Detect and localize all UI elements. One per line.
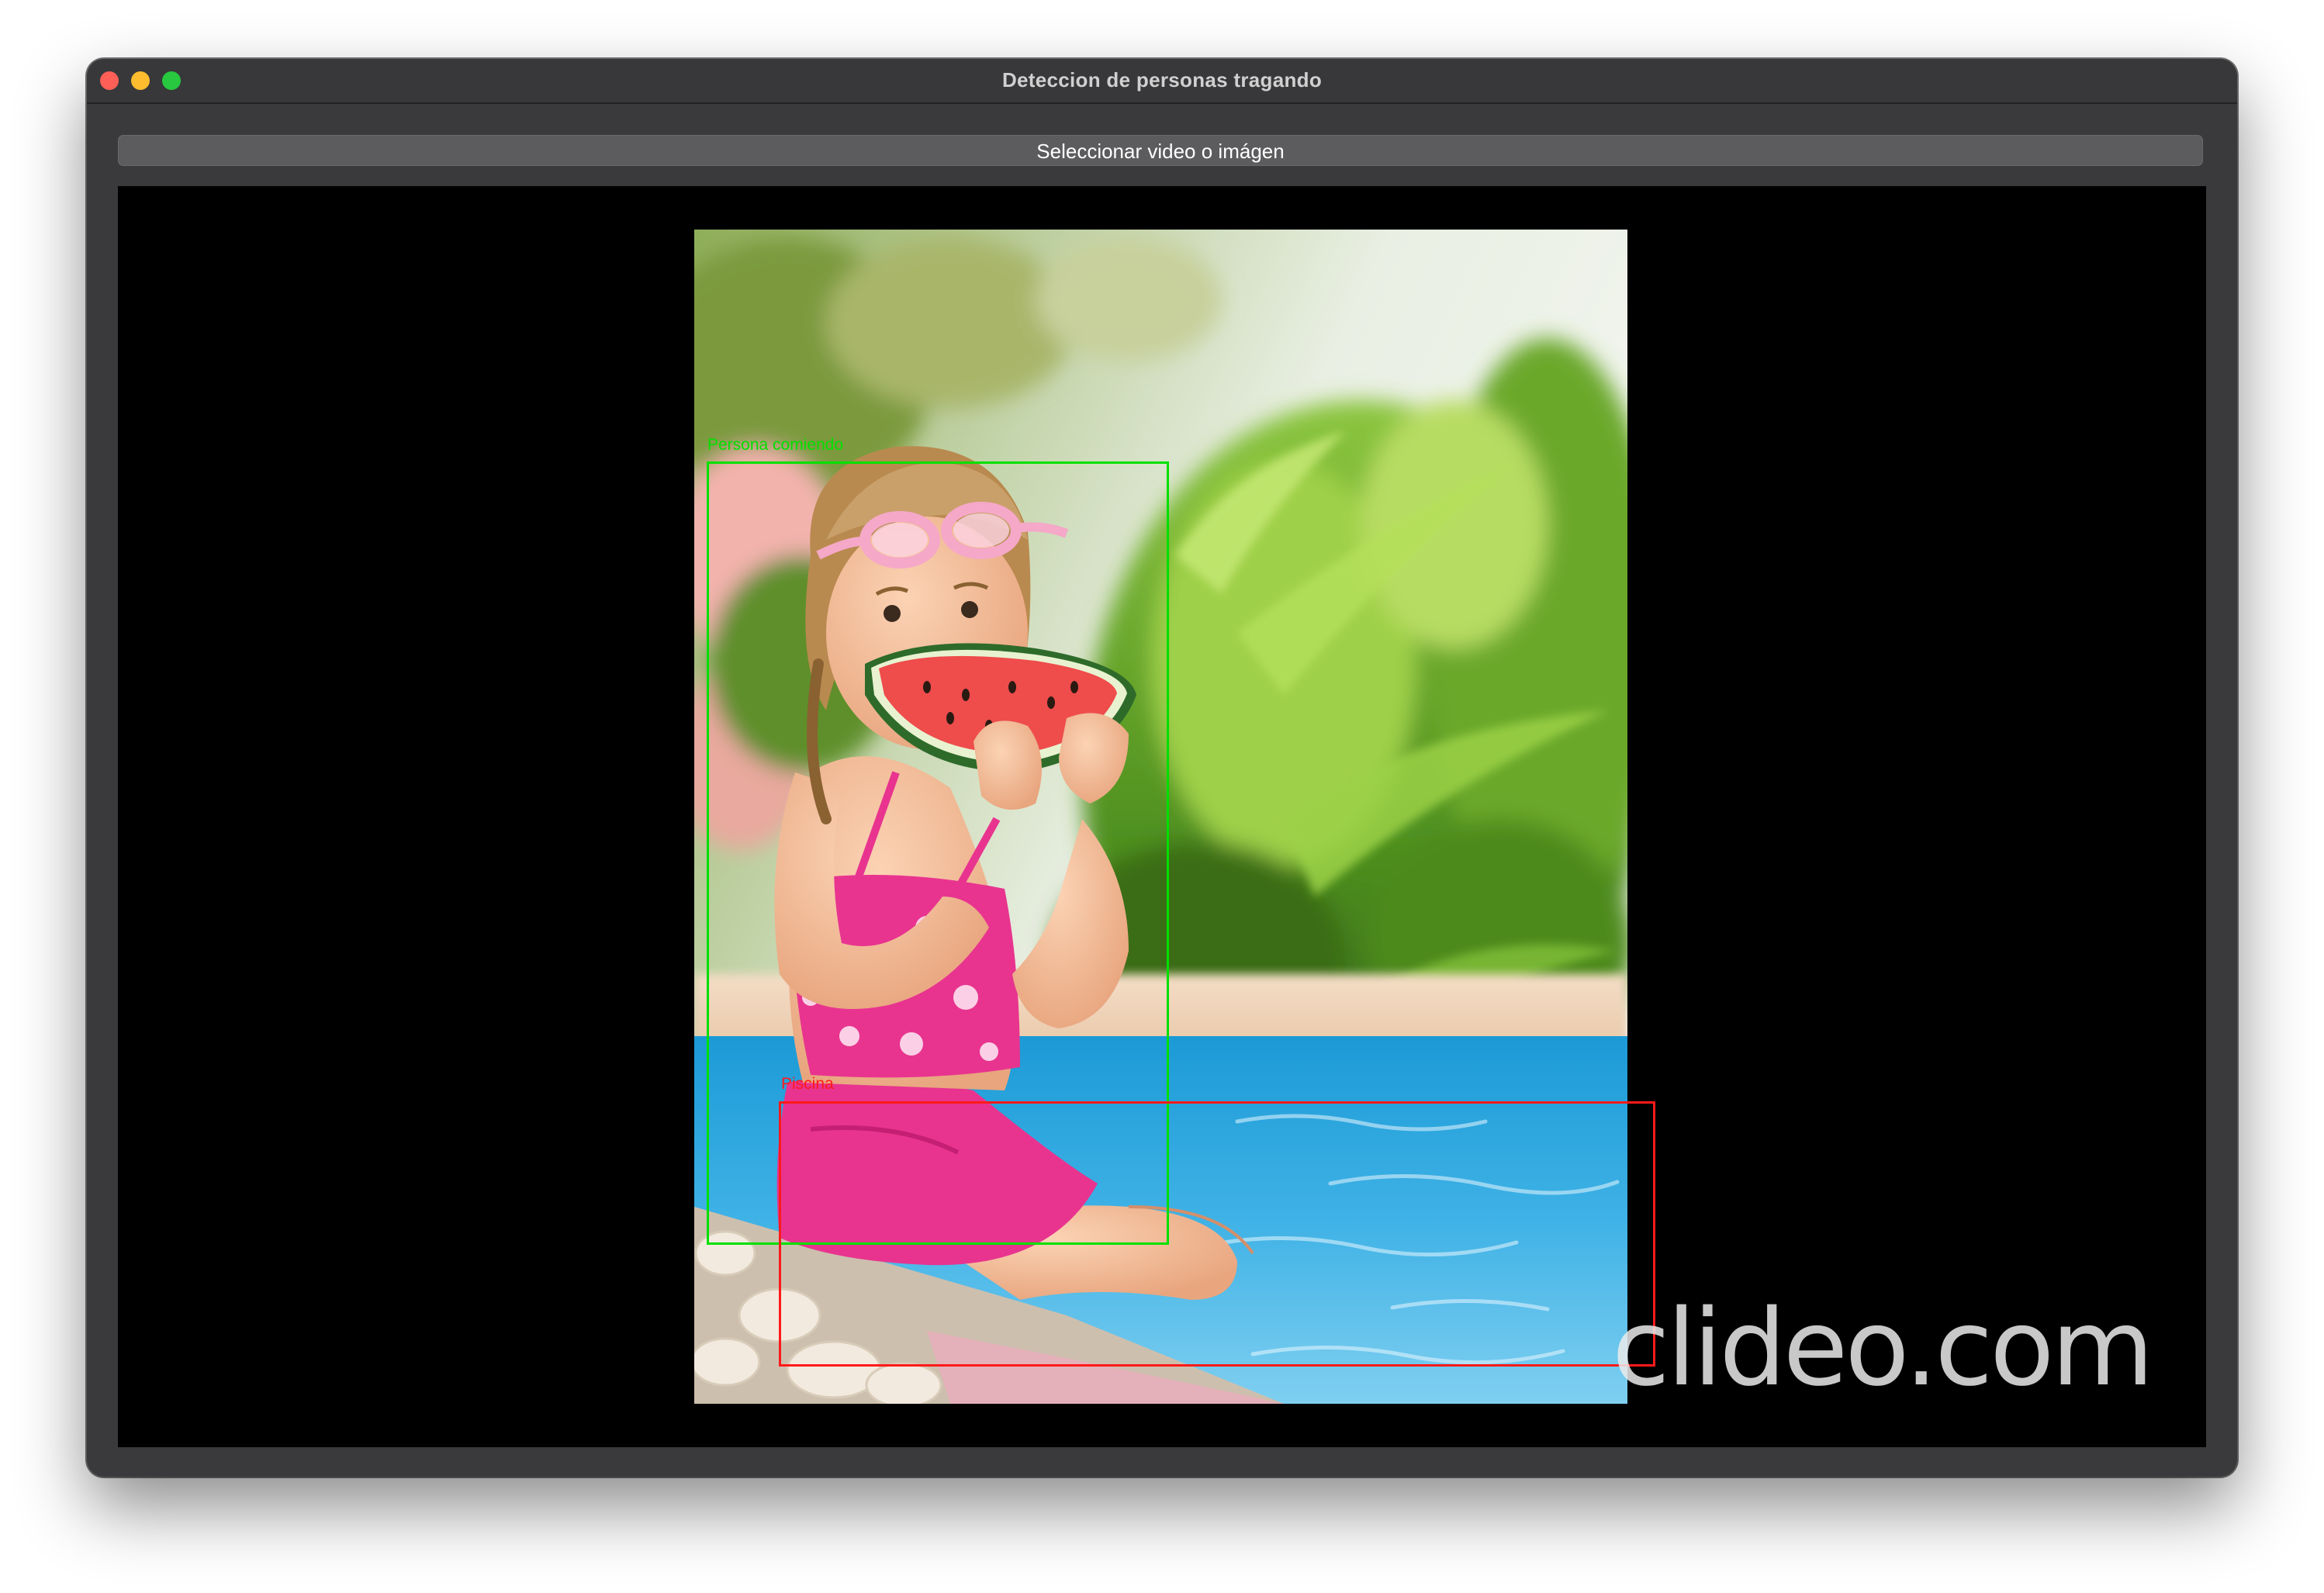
media-viewer: Persona comiendo Piscina clideo.com xyxy=(118,186,2206,1447)
app-window: Deteccion de personas tragando Seleccion… xyxy=(87,59,2237,1477)
select-media-button[interactable]: Seleccionar video o imágen xyxy=(118,135,2203,166)
watermark: clideo.com xyxy=(1612,1287,2154,1410)
title-bar[interactable]: Deteccion de personas tragando xyxy=(87,59,2237,104)
window-title: Deteccion de personas tragando xyxy=(1001,68,1323,92)
detection-label-person: Persona comiendo xyxy=(707,436,844,454)
detection-label-pool: Piscina xyxy=(781,1075,834,1093)
detection-box-pool xyxy=(779,1101,1655,1367)
